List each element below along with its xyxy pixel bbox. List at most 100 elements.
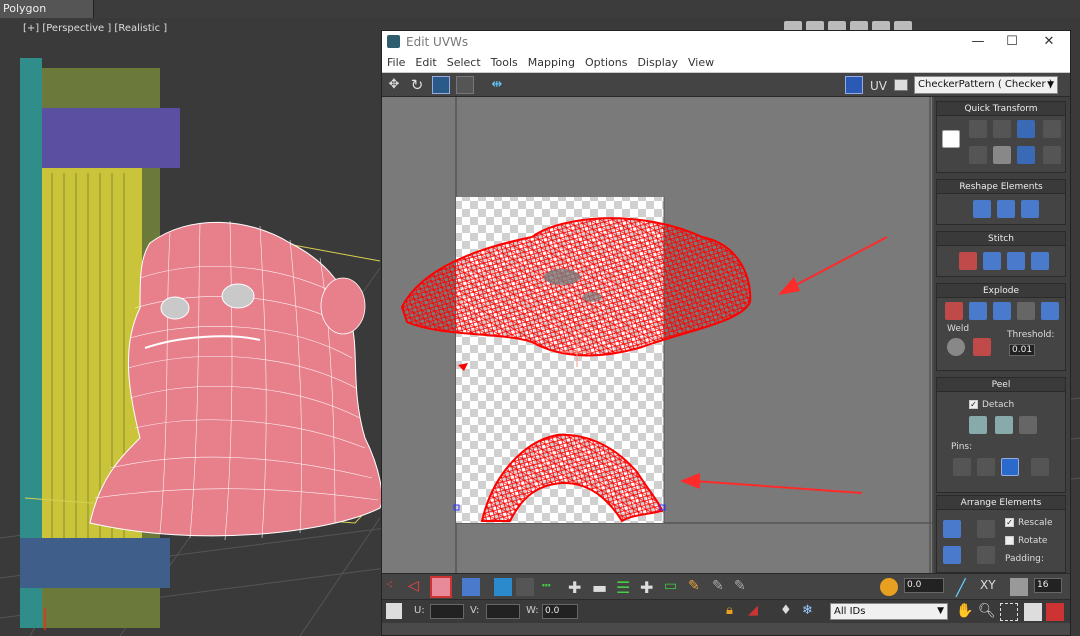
menu-display[interactable]: Display <box>632 53 683 69</box>
menu-select[interactable]: Select <box>442 53 486 69</box>
arrange-elements-title[interactable]: Arrange Elements <box>937 496 1065 510</box>
close-button[interactable]: ✕ <box>1039 33 1059 51</box>
grid-icon[interactable] <box>1010 578 1028 596</box>
material-id-select[interactable]: All IDs ▼ <box>830 603 948 620</box>
uv-editor-canvas[interactable] <box>382 97 932 573</box>
reset-peel-icon[interactable] <box>1019 416 1037 434</box>
stitch-title[interactable]: Stitch <box>937 232 1065 246</box>
xy-label[interactable]: XY <box>980 578 996 592</box>
rotate-90-icon[interactable] <box>1017 120 1035 138</box>
shrink-icon[interactable] <box>516 578 534 596</box>
menu-options[interactable]: Options <box>580 53 632 69</box>
minimize-button[interactable]: — <box>968 33 988 51</box>
window-titlebar[interactable]: Edit UVWs — ☐ ✕ <box>382 31 1070 53</box>
rotate-icon[interactable]: ↻ <box>408 76 426 94</box>
face-select-icon[interactable] <box>430 576 452 598</box>
pack-icon[interactable] <box>943 546 961 564</box>
vertex-select-icon[interactable]: ⁖ <box>386 578 404 596</box>
move-icon[interactable]: ✥ <box>385 76 403 94</box>
scale-icon[interactable] <box>432 76 450 94</box>
absolute-mode-icon[interactable] <box>386 603 402 619</box>
stitch-icon[interactable] <box>1031 252 1049 270</box>
freeform-icon[interactable] <box>456 76 474 94</box>
element-select-icon[interactable] <box>462 578 480 596</box>
viewport-label[interactable]: [+] [Perspective ] [Realistic ] <box>23 23 167 34</box>
peel-title[interactable]: Peel <box>937 378 1065 392</box>
peel-icon[interactable] <box>995 416 1013 434</box>
pivot-icon[interactable] <box>942 130 960 148</box>
space-icon[interactable] <box>1043 146 1061 164</box>
pin-icon[interactable] <box>977 458 995 476</box>
relax-arc-icon[interactable] <box>1021 200 1039 218</box>
threshold-input[interactable]: 0.01 <box>1009 344 1036 356</box>
stitch-icon[interactable] <box>1007 252 1025 270</box>
menu-edit[interactable]: Edit <box>410 53 441 69</box>
edge-select-icon[interactable]: ◁ <box>408 578 426 596</box>
relax-icon[interactable] <box>997 200 1015 218</box>
grid-size-input[interactable]: 16 <box>1034 578 1062 593</box>
stitch-icon[interactable] <box>959 252 977 270</box>
menu-file[interactable]: File <box>382 53 410 69</box>
edge-loop-icon[interactable]: ☰ <box>616 578 634 597</box>
ring-icon[interactable]: ✚ <box>568 578 586 597</box>
texture-list-icon[interactable] <box>894 79 908 91</box>
snowflake-icon[interactable]: ❄ <box>802 603 820 621</box>
zoom-selected-icon[interactable] <box>1046 603 1064 621</box>
explode-icon[interactable] <box>993 302 1011 320</box>
explode-icon[interactable] <box>1017 302 1035 320</box>
pin-icon[interactable] <box>1001 458 1019 476</box>
line-icon[interactable]: ╱ <box>956 578 974 597</box>
loop-icon[interactable]: ┅ <box>542 578 560 596</box>
weld-target-icon[interactable] <box>947 338 965 356</box>
straighten-icon[interactable] <box>973 200 991 218</box>
soft-selection-icon[interactable] <box>880 578 898 596</box>
detach-checkbox[interactable]: ✓ <box>969 400 978 409</box>
zoom-extents-icon[interactable] <box>1024 603 1042 621</box>
rotate-checkbox[interactable] <box>1005 536 1014 545</box>
pin-icon[interactable] <box>953 458 971 476</box>
paint-select-icon[interactable]: ▭ <box>664 578 682 596</box>
zoom-icon[interactable]: 🔍︎ <box>978 603 996 621</box>
lock-icon[interactable]: 🔒︎ <box>726 603 744 621</box>
break-icon[interactable] <box>945 302 963 320</box>
explode-icon[interactable] <box>969 302 987 320</box>
pack-icon[interactable] <box>943 520 961 538</box>
brush-size-icon[interactable]: ✎ <box>734 578 752 596</box>
rotate-90-icon[interactable] <box>1017 146 1035 164</box>
pack-icon[interactable] <box>977 546 995 564</box>
zoom-region-icon[interactable] <box>1000 603 1018 621</box>
w-input[interactable]: 0.0 <box>542 604 578 619</box>
align-icon[interactable] <box>993 120 1011 138</box>
menu-mapping[interactable]: Mapping <box>523 53 580 69</box>
pan-icon[interactable]: ✋ <box>956 603 974 621</box>
weld-selected-icon[interactable] <box>973 338 991 356</box>
peel-icon[interactable] <box>969 416 987 434</box>
show-map-icon[interactable] <box>845 76 863 94</box>
rotate-option[interactable]: Rotate <box>1005 536 1047 546</box>
menu-tools[interactable]: Tools <box>486 53 523 69</box>
stitch-icon[interactable] <box>983 252 1001 270</box>
detach-option[interactable]: ✓ Detach <box>969 400 1014 410</box>
soft-selection-input[interactable]: 0.0 <box>904 578 944 593</box>
texture-select[interactable]: CheckerPattern ( Checker ) ▼ <box>914 76 1058 94</box>
light-icon[interactable]: ♦ <box>780 603 798 621</box>
grow-icon[interactable] <box>494 578 512 596</box>
explode-title[interactable]: Explode <box>937 284 1065 298</box>
edge-ring-icon[interactable]: ✚ <box>640 578 658 597</box>
ribbon-tab-polygon-modeling[interactable]: Polygon Modeling <box>0 0 94 33</box>
align-icon[interactable] <box>969 146 987 164</box>
align-icon[interactable] <box>993 146 1011 164</box>
align-icon[interactable] <box>969 120 987 138</box>
rescale-option[interactable]: ✓ Rescale <box>1005 518 1053 528</box>
v-input[interactable] <box>486 604 520 619</box>
reshape-elements-title[interactable]: Reshape Elements <box>937 180 1065 194</box>
mirror-icon[interactable]: ⇹ <box>488 76 506 94</box>
explode-icon[interactable] <box>1041 302 1059 320</box>
ring-shrink-icon[interactable]: ▬ <box>592 578 610 597</box>
uv-shell-face[interactable] <box>400 217 752 357</box>
brush-size-icon[interactable]: ✎ <box>712 578 730 596</box>
pack-icon[interactable] <box>977 520 995 538</box>
brush-icon[interactable]: ✎ <box>688 578 706 596</box>
maximize-button[interactable]: ☐ <box>1002 33 1022 51</box>
rescale-checkbox[interactable]: ✓ <box>1005 518 1014 527</box>
